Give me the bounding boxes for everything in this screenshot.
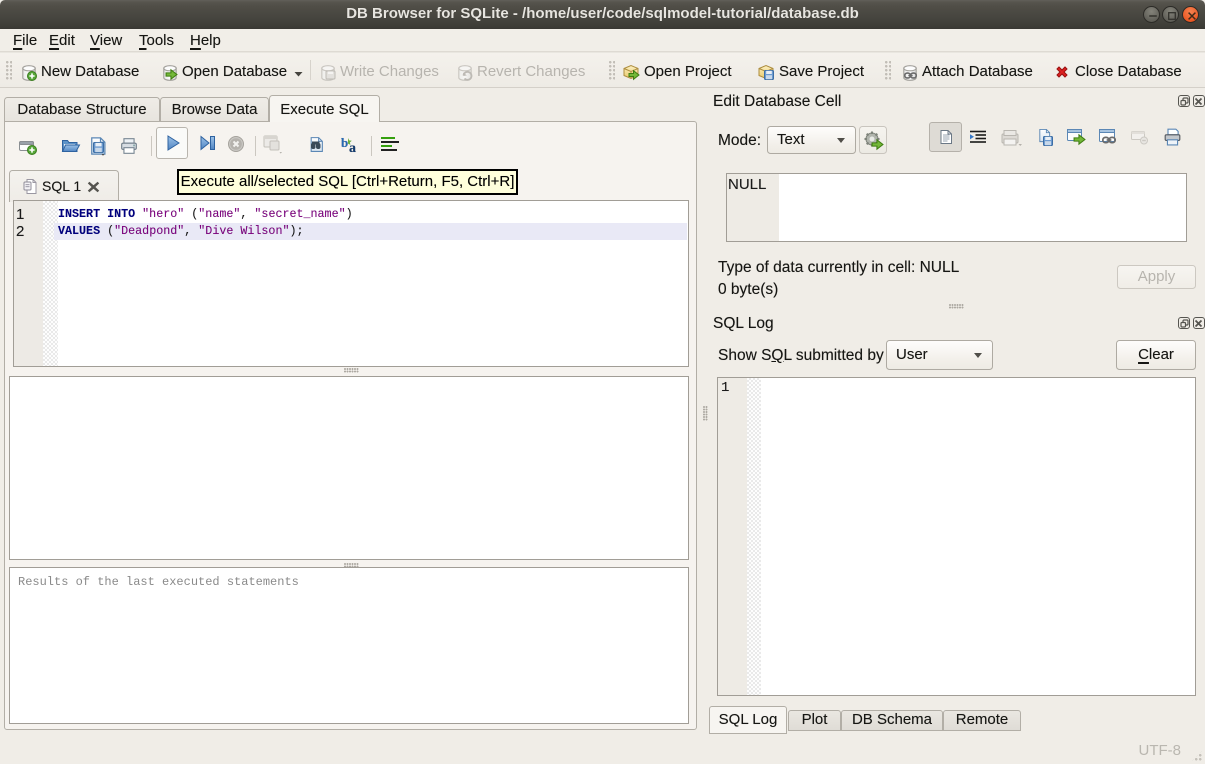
svg-text:a: a <box>349 141 356 154</box>
svg-text:b: b <box>341 135 348 150</box>
